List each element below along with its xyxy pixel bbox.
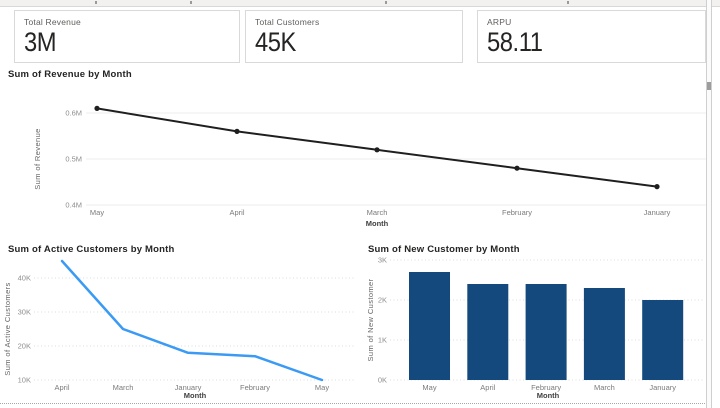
x-axis-category-label: May bbox=[315, 383, 329, 392]
new-customer-bar-chart[interactable]: Sum of New Customer by Month 3K 2K 1K 0K May… bbox=[363, 240, 720, 408]
data-point[interactable] bbox=[374, 147, 380, 153]
x-axis-category-label: May bbox=[90, 208, 104, 217]
y-axis-tick-label: 10K bbox=[18, 376, 31, 385]
x-axis-title: Month bbox=[537, 391, 560, 400]
y-axis-title: Sum of Active Customers bbox=[3, 282, 12, 375]
kpi-card-value: 45K bbox=[255, 27, 296, 57]
toolbar-remnant bbox=[0, 0, 720, 7]
kpi-card-arpu[interactable]: ARPU 58.11 bbox=[477, 10, 706, 63]
revenue-line-chart-plot: 0.6M 0.5M 0.4M May April March February January… bbox=[33, 105, 712, 228]
data-point[interactable] bbox=[654, 184, 660, 190]
x-axis-category-label: April bbox=[229, 208, 244, 217]
revenue-line-chart[interactable]: Sum of Revenue by Month 0.6M 0.5M 0.4M May A… bbox=[0, 65, 720, 235]
x-axis-category-label: March bbox=[594, 383, 615, 392]
vertical-scrollbar[interactable] bbox=[706, 0, 712, 408]
kpi-card-label: Total Customers bbox=[255, 17, 320, 27]
x-axis-category-label: April bbox=[480, 383, 495, 392]
x-axis-category-label: April bbox=[54, 383, 69, 392]
y-axis-tick-label: 30K bbox=[18, 308, 31, 317]
y-axis-tick-label: 1K bbox=[378, 336, 387, 345]
kpi-card-total-customers[interactable]: Total Customers 45K bbox=[245, 10, 463, 63]
y-axis-tick-label: 20K bbox=[18, 342, 31, 351]
y-axis-tick-label: 3K bbox=[378, 256, 387, 265]
y-axis-title: Sum of New Customer bbox=[366, 278, 375, 361]
toolbar-fragment bbox=[567, 1, 569, 4]
data-line[interactable] bbox=[60, 259, 324, 382]
data-bar[interactable] bbox=[467, 284, 509, 380]
kpi-card-total-revenue[interactable]: Total Revenue 3M bbox=[14, 10, 240, 63]
x-axis-category-label: February bbox=[240, 383, 270, 392]
x-axis-category-label: May bbox=[422, 383, 436, 392]
data-bar[interactable] bbox=[525, 284, 567, 380]
y-axis-tick-label: 40K bbox=[18, 274, 31, 283]
x-axis-category-label: January bbox=[649, 383, 676, 392]
data-bar[interactable] bbox=[583, 288, 625, 380]
x-axis-title: Month bbox=[366, 219, 389, 228]
active-customers-line-chart[interactable]: Sum of Active Customers by Month 40K 30K 2… bbox=[0, 240, 362, 408]
toolbar-fragment bbox=[190, 1, 192, 4]
toolbar-fragment bbox=[385, 1, 387, 4]
data-point[interactable] bbox=[94, 105, 100, 111]
kpi-card-value: 58.11 bbox=[487, 27, 543, 57]
y-axis-title: Sum of Revenue bbox=[33, 128, 42, 189]
x-axis-title: Month bbox=[184, 391, 207, 400]
y-axis-tick-label: 0.6M bbox=[65, 109, 82, 118]
data-bar[interactable] bbox=[642, 300, 684, 380]
x-axis-category-label: January bbox=[644, 208, 671, 217]
data-point[interactable] bbox=[234, 128, 240, 134]
y-axis-tick-label: 0.5M bbox=[65, 155, 82, 164]
kpi-card-label: ARPU bbox=[487, 17, 512, 27]
data-point[interactable] bbox=[514, 165, 520, 171]
y-axis-tick-label: 2K bbox=[378, 296, 387, 305]
toolbar-fragment bbox=[95, 1, 97, 4]
kpi-card-label: Total Revenue bbox=[24, 17, 81, 27]
active-customers-line-chart-plot: 40K30K20K10KApril March January February May… bbox=[3, 259, 354, 400]
x-axis-category-label: March bbox=[113, 383, 134, 392]
kpi-card-value: 3M bbox=[24, 27, 57, 57]
data-bar[interactable] bbox=[409, 272, 450, 380]
x-axis-category-label: February bbox=[502, 208, 532, 217]
canvas-page-boundary bbox=[0, 403, 711, 404]
y-axis-tick-label: 0K bbox=[378, 376, 387, 385]
new-customer-bar-chart-plot: 3K2K1K0KMay April February March JanuaryMont… bbox=[366, 256, 705, 400]
scrollbar-thumb[interactable] bbox=[707, 82, 711, 90]
x-axis-category-label: March bbox=[367, 208, 388, 217]
y-axis-tick-label: 0.4M bbox=[65, 201, 82, 210]
